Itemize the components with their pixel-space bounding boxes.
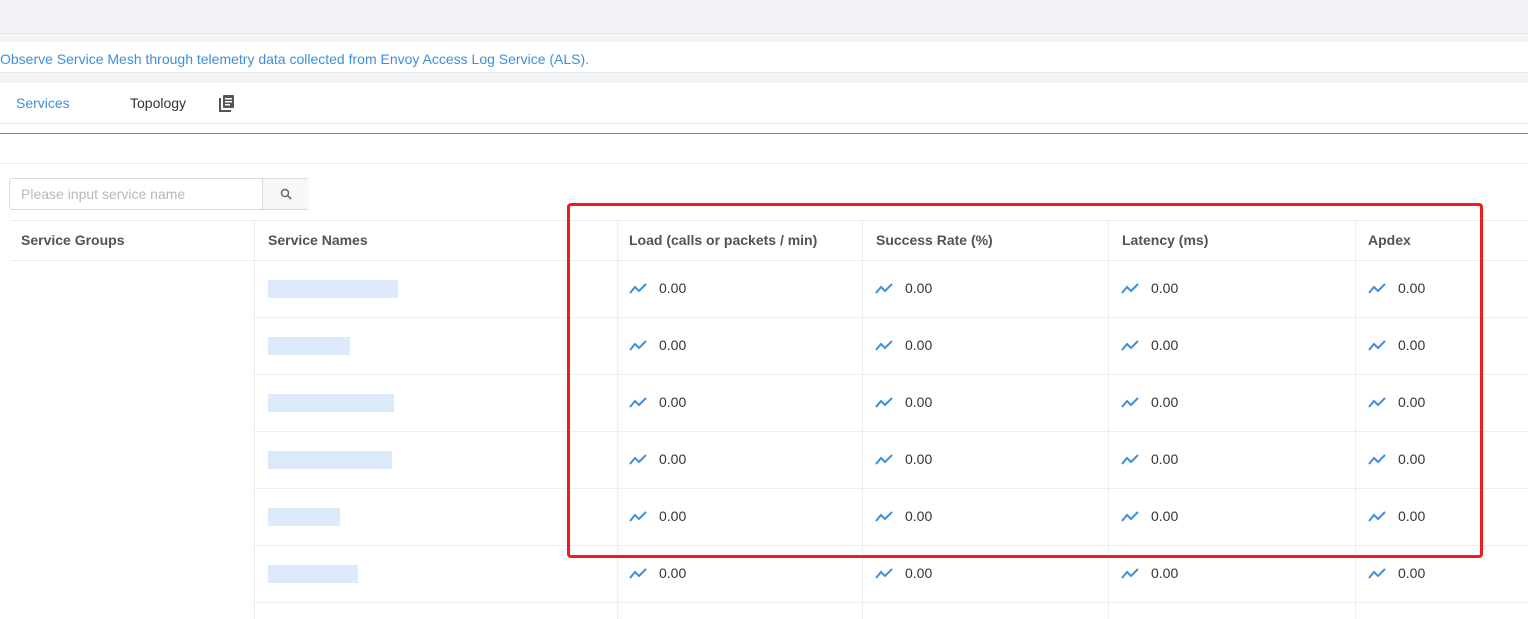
highlight-box — [567, 203, 1483, 558]
trend-line-icon — [875, 568, 893, 579]
metric-value: 0.00 — [1398, 565, 1426, 581]
metric-value: 0.00 — [1151, 565, 1179, 581]
tab-services[interactable]: Services — [16, 95, 70, 111]
service-search — [9, 178, 309, 210]
tab-underline — [0, 133, 1528, 134]
description-banner: Observe Service Mesh through telemetry d… — [0, 42, 1528, 73]
metric-value: 0.00 — [659, 565, 687, 581]
description-text: Observe Service Mesh through telemetry d… — [0, 51, 590, 67]
spacer — [0, 34, 1528, 42]
search-input[interactable] — [10, 179, 271, 209]
document-copy-icon[interactable] — [218, 94, 236, 112]
spacer — [0, 73, 1528, 83]
service-name-link[interactable] — [268, 394, 394, 412]
search-button[interactable] — [262, 179, 309, 209]
trend-line-icon — [1121, 568, 1139, 579]
service-name-link[interactable] — [268, 337, 350, 355]
divider — [0, 163, 1528, 164]
search-icon — [280, 188, 292, 200]
tab-bar: Services Topology — [0, 83, 1528, 124]
metric-value: 0.00 — [905, 565, 933, 581]
service-name-link[interactable] — [268, 280, 398, 298]
service-name-link[interactable] — [268, 451, 392, 469]
trend-line-icon — [1368, 568, 1386, 579]
trend-line-icon — [629, 568, 647, 579]
header-service-groups: Service Groups — [21, 232, 125, 248]
tab-topology[interactable]: Topology — [130, 95, 186, 111]
top-bar — [0, 0, 1528, 34]
header-service-names: Service Names — [268, 232, 368, 248]
service-name-link[interactable] — [268, 565, 358, 583]
service-name-link[interactable] — [268, 508, 340, 526]
